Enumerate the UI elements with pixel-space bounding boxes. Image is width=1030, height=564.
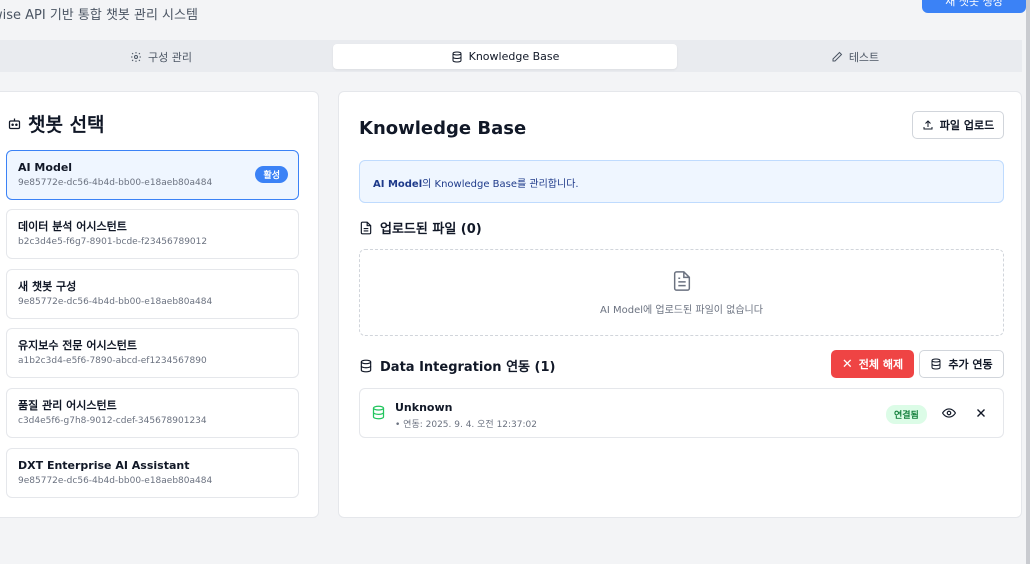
chatbot-name: 유지보수 전문 어시스턴트 [18,339,137,352]
tab-test-label: 테스트 [848,50,880,64]
database-icon [372,405,385,420]
remove-all-label: 전체 해제 [858,358,904,371]
remove-all-button[interactable]: ✕ 전체 해제 [831,350,914,378]
add-integration-button[interactable]: 추가 연동 [919,350,1004,378]
data-integration-title: Data Integration 연동 (1) [380,360,556,375]
chatbot-id: 9e85772e-dc56-4b4d-bb00-e18aeb80a484 [18,178,213,188]
chatbot-name: 품질 관리 어시스턴트 [18,399,117,412]
chatbot-item-quality[interactable]: 품질 관리 어시스턴트 c3d4e5f6-g7h8-9012-cdef-3456… [6,388,299,438]
active-badge: 활성 [255,166,288,183]
chatbot-select-heading: 챗봇 선택 [7,110,105,137]
database-icon [931,358,941,370]
chatbot-name: 데이터 분석 어시스턴트 [18,220,127,233]
chatbot-id: b2c3d4e5-f6g7-8901-bcde-f23456789012 [18,237,208,247]
eye-icon[interactable] [942,406,956,420]
tab-test[interactable]: 테스트 [688,44,1022,69]
knowledge-base-panel: Knowledge Base 파일 업로드 AI Model의 Knowledg… [338,91,1022,518]
chatbot-id: c3d4e5f6-g7h8-9012-cdef-345678901234 [18,416,207,426]
info-banner: AI Model의 Knowledge Base를 관리합니다. [359,160,1004,203]
data-integration-heading: Data Integration 연동 (1) [359,356,555,375]
chatbot-item-ai-model[interactable]: AI Model 9e85772e-dc56-4b4d-bb00-e18aeb8… [6,150,299,200]
upload-icon [923,120,933,130]
create-chatbot-button[interactable]: 새 챗봇 생성 [922,0,1026,13]
chatbot-select-panel: 챗봇 선택 AI Model 9e85772e-dc56-4b4d-bb00-e… [0,91,319,518]
bot-icon [8,118,21,130]
chatbot-name: 새 챗봇 구성 [18,280,77,293]
database-icon [452,51,462,63]
tab-config[interactable]: 구성 관리 [0,44,322,69]
chatbot-item-new-config[interactable]: 새 챗봇 구성 9e85772e-dc56-4b4d-bb00-e18aeb80… [6,269,299,319]
page: wise API 기반 통합 챗봇 관리 시스템 새 챗봇 생성 구성 관리 K… [0,0,1030,564]
uploaded-files-title: 업로드된 파일 (0) [380,222,482,237]
chatbot-select-title: 챗봇 선택 [28,114,105,136]
close-icon: ✕ [841,356,853,372]
integration-date: • 연동: 2025. 9. 4. 오전 12:37:02 [395,420,537,430]
connected-badge: 연결됨 [886,405,927,424]
tab-knowledge-base[interactable]: Knowledge Base [333,44,677,69]
file-dropzone[interactable]: AI Model에 업로드된 파일이 없습니다 [359,249,1004,336]
pencil-icon [832,51,843,61]
chatbot-id: 9e85772e-dc56-4b4d-bb00-e18aeb80a484 [18,476,213,486]
chatbot-item-data-analysis[interactable]: 데이터 분석 어시스턴트 b2c3d4e5-f6g7-8901-bcde-f23… [6,209,299,259]
upload-file-button[interactable]: 파일 업로드 [912,111,1004,139]
tab-bar: 구성 관리 Knowledge Base 테스트 [0,40,1022,72]
add-integration-label: 추가 연동 [948,358,993,371]
tab-knowledge-base-label: Knowledge Base [468,50,560,63]
empty-files-message: AI Model에 업로드된 파일이 없습니다 [600,305,763,316]
integration-name: Unknown [395,401,453,414]
chatbot-id: a1b2c3d4-e5f6-7890-abcd-ef1234567890 [18,356,207,366]
top-button-label: 새 챗봇 생성 [945,0,1003,8]
integration-item: Unknown • 연동: 2025. 9. 4. 오전 12:37:02 연결… [359,388,1004,438]
chatbot-item-maintenance[interactable]: 유지보수 전문 어시스턴트 a1b2c3d4-e5f6-7890-abcd-ef… [6,328,299,378]
chatbot-id: 9e85772e-dc56-4b4d-bb00-e18aeb80a484 [18,297,213,307]
chatbot-item-dxt-enterprise[interactable]: DXT Enterprise AI Assistant 9e85772e-dc5… [6,448,299,498]
chatbot-name: DXT Enterprise AI Assistant [18,459,190,472]
chatbot-name: AI Model [18,161,73,174]
file-icon [360,221,372,234]
info-text: 의 Knowledge Base를 관리합니다. [422,179,579,190]
info-bot-name: AI Model [373,179,423,190]
close-icon[interactable] [974,406,988,420]
scrollbar[interactable] [1026,0,1030,564]
upload-file-label: 파일 업로드 [939,119,995,132]
tab-config-label: 구성 관리 [148,50,192,64]
app-subtitle: wise API 기반 통합 챗봇 관리 시스템 [0,8,198,23]
gear-icon [131,51,141,62]
uploaded-files-heading: 업로드된 파일 (0) [359,218,482,237]
knowledge-base-title: Knowledge Base [359,118,527,139]
file-text-icon [673,271,690,291]
database-icon [360,359,372,372]
